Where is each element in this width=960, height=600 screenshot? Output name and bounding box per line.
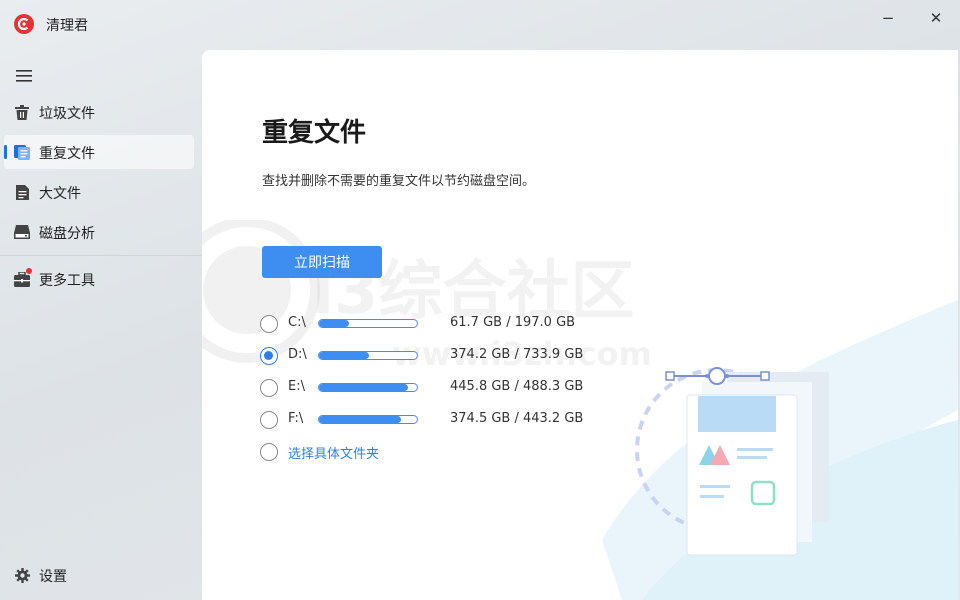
- drive-usage-fill: [319, 384, 409, 391]
- drive-size-text: 61.7 GB / 197.0 GB: [450, 315, 576, 330]
- custom-folder-option[interactable]: 选择具体文件夹: [260, 441, 600, 463]
- minimize-button[interactable]: −: [874, 6, 902, 30]
- trash-icon: [14, 104, 30, 120]
- drive-size-text: 374.5 GB / 443.2 GB: [450, 411, 584, 426]
- drive-radio[interactable]: [260, 411, 278, 429]
- drive-radio[interactable]: [260, 379, 278, 397]
- sidebar-item-duplicate-files[interactable]: 重复文件: [4, 135, 194, 169]
- drive-usage-fill: [319, 320, 350, 327]
- drive-radio[interactable]: [260, 347, 278, 365]
- duplicate-files-illustration: [602, 300, 958, 600]
- drive-option-c[interactable]: C:\ 61.7 GB / 197.0 GB: [260, 313, 600, 335]
- drive-usage-bar: [318, 351, 418, 360]
- title-bar: 清理君 − ✕: [0, 0, 960, 48]
- scan-now-button[interactable]: 立即扫描: [262, 246, 382, 278]
- drive-radio[interactable]: [260, 315, 278, 333]
- drive-label: E:\: [288, 379, 305, 394]
- active-indicator: [4, 145, 7, 159]
- folder-radio[interactable]: [260, 443, 278, 461]
- gear-icon: [14, 567, 30, 583]
- main-panel: i3综合社区 www.i3zh.com 重复文件 查找并删除不需要的重复文件以节…: [202, 50, 958, 600]
- drive-label: C:\: [288, 315, 306, 330]
- drive-option-f[interactable]: F:\ 374.5 GB / 443.2 GB: [260, 409, 600, 431]
- drive-label: D:\: [288, 347, 307, 362]
- sidebar-item-settings[interactable]: 设置: [4, 558, 194, 592]
- app-title: 清理君: [46, 18, 88, 34]
- page-description: 查找并删除不需要的重复文件以节约磁盘空间。: [262, 174, 536, 189]
- app-window: 清理君 − ✕ 垃圾文件 重复文件 大文件 磁盘分析 更多工具 设置 i3综合社…: [0, 0, 960, 600]
- hamburger-menu-icon[interactable]: [16, 68, 36, 82]
- sidebar-item-label: 更多工具: [39, 273, 95, 289]
- app-logo-icon: [14, 14, 34, 34]
- drive-size-text: 445.8 GB / 488.3 GB: [450, 379, 584, 394]
- drive-usage-bar: [318, 319, 418, 328]
- close-button[interactable]: ✕: [922, 6, 950, 30]
- sidebar-item-label: 设置: [39, 569, 67, 585]
- sidebar-item-label: 大文件: [39, 186, 81, 202]
- drive-size-text: 374.2 GB / 733.9 GB: [450, 347, 584, 362]
- duplicate-files-icon: [14, 144, 30, 160]
- sidebar-item-junk-files[interactable]: 垃圾文件: [4, 95, 194, 129]
- toolbox-icon: [14, 268, 32, 287]
- drive-option-e[interactable]: E:\ 445.8 GB / 488.3 GB: [260, 377, 600, 399]
- select-folder-link[interactable]: 选择具体文件夹: [288, 443, 379, 462]
- notification-badge: [26, 268, 32, 274]
- drive-option-d[interactable]: D:\ 374.2 GB / 733.9 GB: [260, 345, 600, 367]
- sidebar-item-more-tools[interactable]: 更多工具: [4, 262, 194, 296]
- document-icon: [14, 184, 30, 200]
- sidebar-item-large-files[interactable]: 大文件: [4, 175, 194, 209]
- disk-icon: [14, 224, 30, 240]
- drive-usage-bar: [318, 383, 418, 392]
- sidebar-divider: [0, 255, 202, 256]
- drive-usage-fill: [319, 352, 369, 359]
- sidebar-item-label: 重复文件: [39, 146, 95, 162]
- sidebar: 垃圾文件 重复文件 大文件 磁盘分析 更多工具 设置: [0, 48, 202, 600]
- sidebar-item-label: 磁盘分析: [39, 226, 95, 242]
- page-title: 重复文件: [262, 118, 367, 148]
- drive-usage-bar: [318, 415, 418, 424]
- drive-label: F:\: [288, 411, 304, 426]
- sidebar-item-label: 垃圾文件: [39, 106, 95, 122]
- sidebar-item-disk-analysis[interactable]: 磁盘分析: [4, 215, 194, 249]
- drive-usage-fill: [319, 416, 402, 423]
